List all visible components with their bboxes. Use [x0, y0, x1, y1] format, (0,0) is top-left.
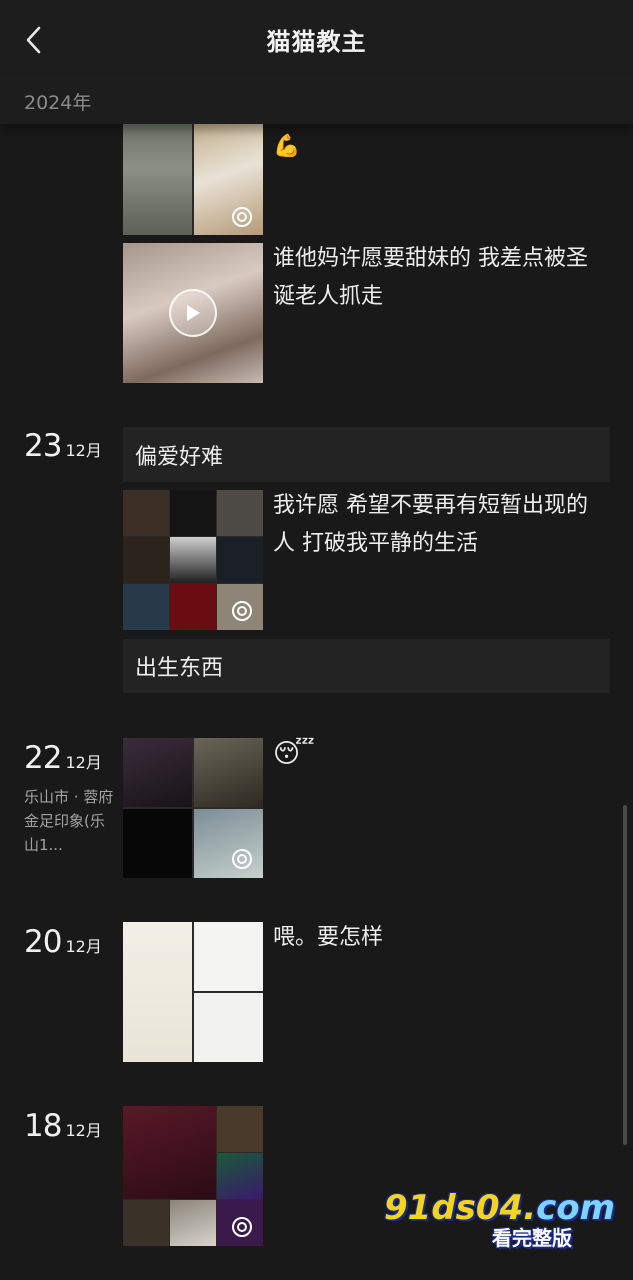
photo-cell: [123, 1106, 216, 1199]
month-label: 12月: [65, 1121, 102, 1140]
photo-cell: [194, 993, 263, 1062]
day-number: 23: [24, 428, 62, 464]
multi-photo-icon: [232, 1217, 252, 1237]
photo-cell: [170, 537, 216, 583]
date-label: 22 12月: [24, 740, 102, 776]
photo-cell: [217, 1153, 263, 1199]
month-label: 12月: [65, 441, 102, 460]
day-number: 18: [24, 1108, 62, 1144]
post-thumbnail[interactable]: [123, 490, 263, 630]
post-thumbnail[interactable]: [123, 124, 263, 235]
play-button[interactable]: [169, 289, 217, 337]
back-button[interactable]: [14, 20, 54, 60]
photo-cell: [194, 738, 263, 807]
photo-cell: [123, 922, 192, 1062]
moments-page: 猫猫教主 2024年 💪 谁他妈许愿要甜妹的 我差点被圣诞老人抓走 23 12月…: [0, 0, 633, 1280]
photo-cell: [123, 584, 169, 630]
text-post[interactable]: 出生东西: [123, 639, 610, 693]
watermark: 91ds04.com 看完整版: [384, 1188, 615, 1250]
date-label: 20 12月: [24, 924, 102, 960]
photo-cell: [123, 124, 192, 235]
photo-cell: [194, 922, 263, 991]
page-title: 猫猫教主: [266, 27, 367, 56]
photo-cell: [170, 1200, 216, 1246]
photo-cell: [123, 738, 192, 807]
post-caption: 我许愿 希望不要再有短暂出现的人 打破我平静的生活: [273, 493, 588, 556]
play-icon: [187, 305, 200, 321]
photo-cell: [123, 1200, 169, 1246]
post-caption: 谁他妈许愿要甜妹的 我差点被圣诞老人抓走: [273, 246, 588, 309]
photo-cell: [123, 809, 192, 878]
multi-photo-icon: [232, 601, 252, 621]
chevron-left-icon: [26, 26, 41, 54]
text-post[interactable]: 偏爱好难: [123, 427, 610, 482]
video-thumbnail[interactable]: [123, 243, 263, 383]
photo-cell: [170, 490, 216, 536]
day-number: 20: [24, 924, 62, 960]
post-caption: 💪: [273, 134, 301, 159]
date-label: 23 12月: [24, 428, 102, 464]
post-thumbnail[interactable]: [123, 738, 263, 878]
location-label[interactable]: 乐山市 · 蓉府金足印象(乐山1...: [24, 785, 116, 857]
post-thumbnail[interactable]: [123, 1106, 263, 1246]
photo-cell: [217, 490, 263, 536]
post-caption: 😴: [273, 739, 315, 769]
month-label: 12月: [65, 937, 102, 956]
photo-cell: [170, 584, 216, 630]
multi-photo-icon: [232, 849, 252, 869]
month-label: 12月: [65, 753, 102, 772]
scrollbar[interactable]: [623, 805, 627, 1145]
date-label: 18 12月: [24, 1108, 102, 1144]
post-caption: 喂。要怎样: [273, 925, 384, 950]
nav-header: 猫猫教主: [0, 0, 633, 78]
photo-cell: [217, 537, 263, 583]
watermark-tagline: 看完整版: [492, 1226, 572, 1250]
photo-cell: [123, 490, 169, 536]
photo-cell: [217, 1106, 263, 1152]
multi-photo-icon: [232, 207, 252, 227]
post-thumbnail[interactable]: [123, 922, 263, 1062]
year-label: 2024年: [0, 78, 633, 124]
day-number: 22: [24, 740, 62, 776]
photo-cell: [123, 537, 169, 583]
